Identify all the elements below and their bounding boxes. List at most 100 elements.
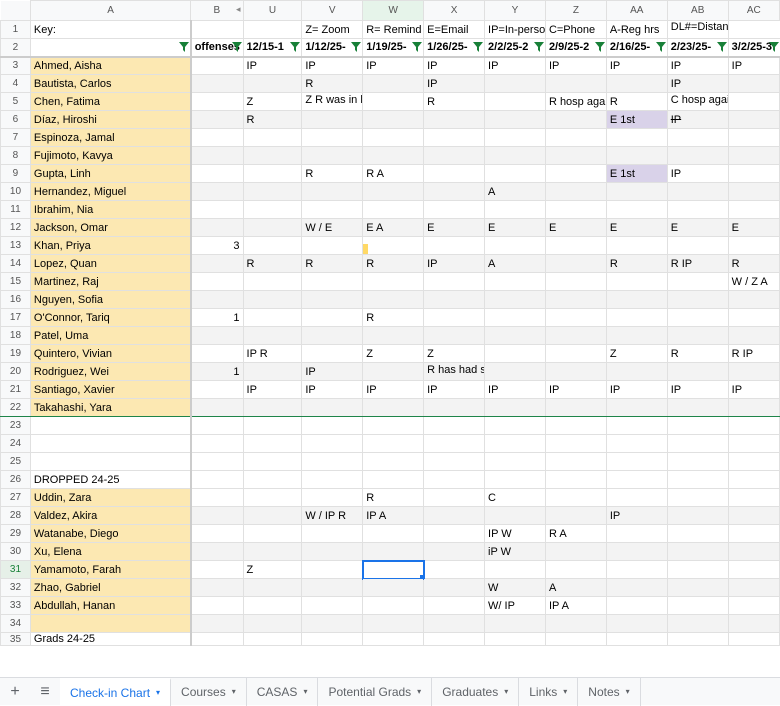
cell-A19[interactable]: Quintero, Vivian bbox=[30, 345, 190, 363]
row-header-21[interactable]: 21 bbox=[1, 381, 31, 399]
cell-AB5[interactable]: C hosp again bbox=[667, 93, 728, 111]
cell-B34[interactable] bbox=[191, 615, 243, 633]
column-header-X[interactable]: X bbox=[424, 1, 485, 21]
row-header-22[interactable]: 22 bbox=[1, 399, 31, 417]
cell-Y35[interactable] bbox=[485, 633, 546, 646]
row-header-2[interactable]: 2 bbox=[1, 39, 31, 57]
tab-notes[interactable]: Notes▾ bbox=[578, 678, 640, 706]
cell-Y29[interactable]: IP W bbox=[485, 525, 546, 543]
cell-B21[interactable] bbox=[191, 381, 243, 399]
cell-V13[interactable] bbox=[302, 237, 363, 255]
cell-W13[interactable] bbox=[363, 237, 424, 255]
cell-W22[interactable] bbox=[363, 399, 424, 417]
cell-AB24[interactable] bbox=[667, 435, 728, 453]
cell-AC2[interactable]: 3/2/25-3 bbox=[728, 39, 779, 57]
filter-icon[interactable] bbox=[290, 42, 300, 52]
cell-U27[interactable] bbox=[243, 489, 302, 507]
cell-V8[interactable] bbox=[302, 147, 363, 165]
cell-W19[interactable]: Z bbox=[363, 345, 424, 363]
cell-X6[interactable] bbox=[424, 111, 485, 129]
cell-AC13[interactable] bbox=[728, 237, 779, 255]
cell-X1[interactable]: E=Email bbox=[424, 21, 485, 39]
cell-Y2[interactable]: 2/2/25-2 bbox=[485, 39, 546, 57]
cell-A15[interactable]: Martinez, Raj bbox=[30, 273, 190, 291]
cell-AC15[interactable]: W / Z A bbox=[728, 273, 779, 291]
cell-AB14[interactable]: R IP bbox=[667, 255, 728, 273]
cell-B22[interactable] bbox=[191, 399, 243, 417]
row-header-16[interactable]: 16 bbox=[1, 291, 31, 309]
row-header-13[interactable]: 13 bbox=[1, 237, 31, 255]
cell-B33[interactable] bbox=[191, 597, 243, 615]
column-header-B[interactable]: B◂ bbox=[191, 1, 243, 21]
filter-icon[interactable] bbox=[656, 42, 666, 52]
cell-Y24[interactable] bbox=[485, 435, 546, 453]
cell-X19[interactable]: Z bbox=[424, 345, 485, 363]
cell-Z14[interactable] bbox=[545, 255, 606, 273]
column-header-AA[interactable]: AA bbox=[606, 1, 667, 21]
cell-W28[interactable]: IP A bbox=[363, 507, 424, 525]
filter-icon[interactable] bbox=[595, 42, 605, 52]
filter-icon[interactable] bbox=[717, 42, 727, 52]
cell-V31[interactable] bbox=[302, 561, 363, 579]
cell-AA25[interactable] bbox=[606, 453, 667, 471]
cell-A26[interactable]: DROPPED 24-25 bbox=[30, 471, 190, 489]
cell-AB28[interactable] bbox=[667, 507, 728, 525]
cell-Y18[interactable] bbox=[485, 327, 546, 345]
cell-Y1[interactable]: IP=In-perso bbox=[485, 21, 546, 39]
cell-V22[interactable] bbox=[302, 399, 363, 417]
tab-potential-grads[interactable]: Potential Grads▾ bbox=[318, 678, 432, 706]
cell-AC18[interactable] bbox=[728, 327, 779, 345]
cell-U1[interactable] bbox=[243, 21, 302, 39]
cell-X11[interactable] bbox=[424, 201, 485, 219]
tab-links[interactable]: Links▾ bbox=[519, 678, 578, 706]
cell-Z25[interactable] bbox=[545, 453, 606, 471]
row-header-12[interactable]: 12 bbox=[1, 219, 31, 237]
column-header-AB[interactable]: AB bbox=[667, 1, 728, 21]
cell-V30[interactable] bbox=[302, 543, 363, 561]
cell-A6[interactable]: Díaz, Hiroshi bbox=[30, 111, 190, 129]
cell-X5[interactable]: R bbox=[424, 93, 485, 111]
cell-Y34[interactable] bbox=[485, 615, 546, 633]
row-header-19[interactable]: 19 bbox=[1, 345, 31, 363]
cell-Z28[interactable] bbox=[545, 507, 606, 525]
cell-V35[interactable] bbox=[302, 633, 363, 646]
cell-V9[interactable]: R bbox=[302, 165, 363, 183]
cell-U28[interactable] bbox=[243, 507, 302, 525]
cell-W33[interactable] bbox=[363, 597, 424, 615]
cell-B14[interactable] bbox=[191, 255, 243, 273]
cell-AA16[interactable] bbox=[606, 291, 667, 309]
cell-X33[interactable] bbox=[424, 597, 485, 615]
cell-Z13[interactable] bbox=[545, 237, 606, 255]
cell-A29[interactable]: Watanabe, Diego bbox=[30, 525, 190, 543]
cell-W21[interactable]: IP bbox=[363, 381, 424, 399]
cell-AA24[interactable] bbox=[606, 435, 667, 453]
cell-Z1[interactable]: C=Phone bbox=[545, 21, 606, 39]
cell-X16[interactable] bbox=[424, 291, 485, 309]
row-header-1[interactable]: 1 bbox=[1, 21, 31, 39]
column-header-V[interactable]: V bbox=[302, 1, 363, 21]
cell-A22[interactable]: Takahashi, Yara bbox=[30, 399, 190, 417]
cell-AA19[interactable]: Z bbox=[606, 345, 667, 363]
cell-B13[interactable]: 3 bbox=[191, 237, 243, 255]
cell-B27[interactable] bbox=[191, 489, 243, 507]
cell-A23[interactable] bbox=[30, 417, 190, 435]
cell-AC10[interactable] bbox=[728, 183, 779, 201]
cell-Z29[interactable]: R A bbox=[545, 525, 606, 543]
cell-AA4[interactable] bbox=[606, 75, 667, 93]
cell-W6[interactable] bbox=[363, 111, 424, 129]
cell-AC11[interactable] bbox=[728, 201, 779, 219]
cell-B24[interactable] bbox=[191, 435, 243, 453]
row-header-25[interactable]: 25 bbox=[1, 453, 31, 471]
cell-B35[interactable] bbox=[191, 633, 243, 646]
cell-W26[interactable] bbox=[363, 471, 424, 489]
cell-AB35[interactable] bbox=[667, 633, 728, 646]
cell-Y16[interactable] bbox=[485, 291, 546, 309]
cell-AB2[interactable]: 2/23/25- bbox=[667, 39, 728, 57]
row-header-28[interactable]: 28 bbox=[1, 507, 31, 525]
cell-V33[interactable] bbox=[302, 597, 363, 615]
cell-B23[interactable] bbox=[191, 417, 243, 435]
cell-AA3[interactable]: IP bbox=[606, 57, 667, 75]
cell-Z26[interactable] bbox=[545, 471, 606, 489]
cell-V5[interactable]: Z R was in hosp 2 wks bbox=[302, 93, 363, 111]
caret-icon[interactable]: ▾ bbox=[626, 687, 630, 696]
